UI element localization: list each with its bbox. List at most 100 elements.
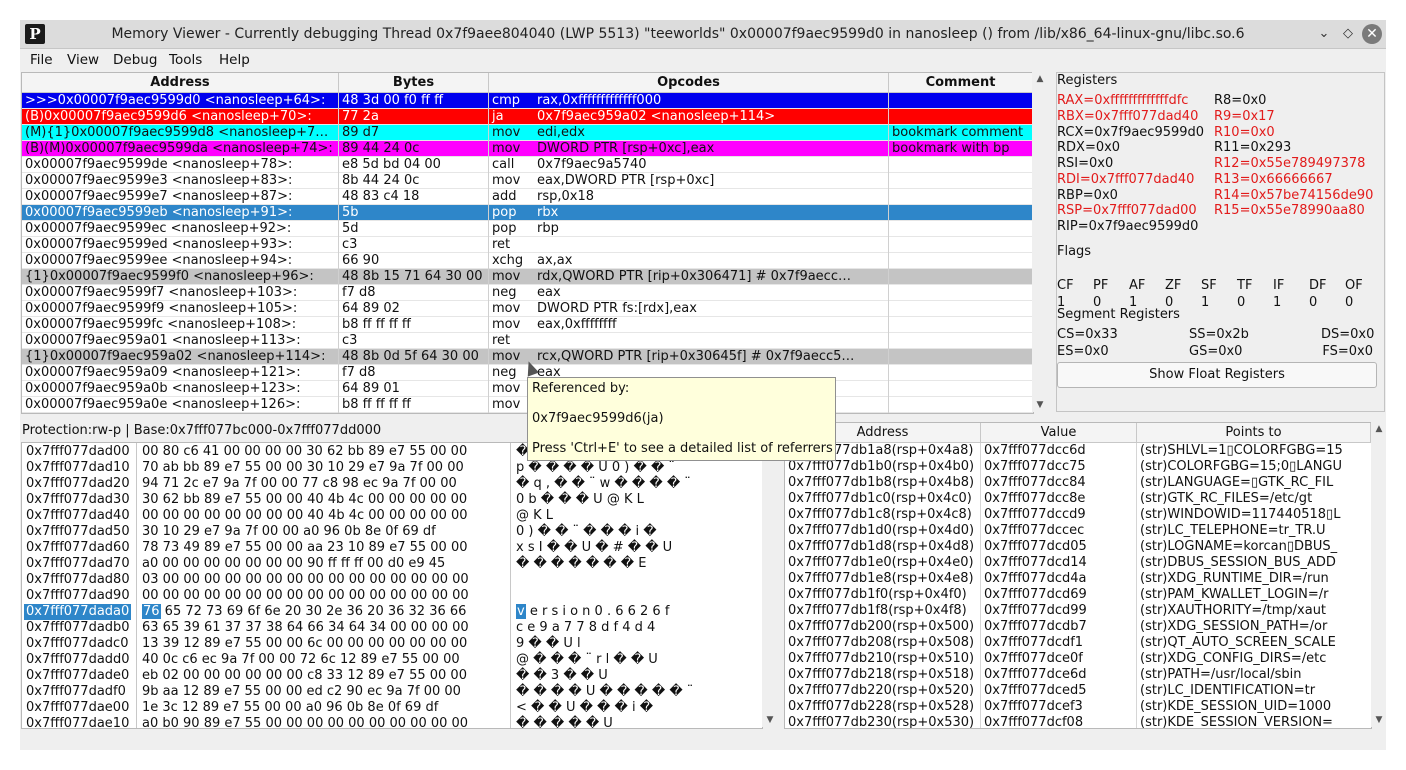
hex-bytes[interactable]: 78 73 49 89 e7 55 00 00 aa 23 10 89 e7 5…: [142, 540, 468, 556]
disassembly-scrollbar[interactable]: ▲ ▼: [1032, 72, 1048, 412]
disasm-row[interactable]: (B)0x00007f9aec9599d6 <nanosleep+70>: 77 …: [22, 109, 1033, 125]
hex-bytes[interactable]: 40 0c c6 ec 9a 7f 00 00 72 6c 12 89 e7 5…: [142, 652, 460, 668]
disasm-row[interactable]: 0x00007f9aec9599ed <nanosleep+93>: c3 ret: [22, 237, 1033, 253]
header-opcodes[interactable]: Opcodes: [489, 73, 889, 92]
close-icon[interactable]: ✕: [1362, 24, 1382, 44]
register-value[interactable]: R8=0x0: [1214, 93, 1266, 109]
segment-register[interactable]: CS=0x33: [1057, 327, 1118, 343]
stack-row[interactable]: 0x7fff077db1d0(rsp+0x4d0) 0x7fff077dccec(…: [785, 523, 1371, 539]
disasm-row[interactable]: (B)(M)0x00007f9aec9599da <nanosleep+74>:…: [22, 141, 1033, 157]
stack-row[interactable]: 0x7fff077db1b8(rsp+0x4b8) 0x7fff077dcc84(…: [785, 475, 1371, 491]
register-value[interactable]: RDX=0x0: [1057, 140, 1120, 156]
scroll-down-icon[interactable]: ▼: [1032, 398, 1048, 412]
hex-ascii-column[interactable]: � � A 0 b � � � U p � � � � U 0 ) � � ¨ …: [512, 443, 762, 728]
stack-row[interactable]: 0x7fff077db1f8(rsp+0x4f8) 0x7fff077dcd99(…: [785, 603, 1371, 619]
scroll-up-icon[interactable]: ▲: [1371, 422, 1386, 436]
flag-value[interactable]: 0: [1345, 295, 1353, 311]
segment-register[interactable]: GS=0x0: [1189, 344, 1242, 360]
hex-selected-byte[interactable]: 76: [142, 604, 161, 619]
hex-bytes[interactable]: 03 00 00 00 00 00 00 00 00 00 00 00 00 0…: [142, 572, 469, 588]
register-value[interactable]: R9=0x17: [1214, 109, 1275, 125]
stack-row[interactable]: 0x7fff077db1b0(rsp+0x4b0) 0x7fff077dcc75(…: [785, 459, 1371, 475]
disasm-row[interactable]: 0x00007f9aec9599ee <nanosleep+94>: 66 90 x…: [22, 253, 1033, 269]
hex-bytes[interactable]: a0 00 00 00 00 00 00 00 90 ff ff ff 00 d…: [142, 556, 445, 572]
hex-bytes[interactable]: 00 80 c6 41 00 00 00 00 30 62 bb 89 e7 5…: [142, 444, 467, 460]
flag-value[interactable]: 1: [1201, 295, 1209, 311]
stack-row[interactable]: 0x7fff077db1e8(rsp+0x4e8) 0x7fff077dcd4a(…: [785, 571, 1371, 587]
register-value[interactable]: RIP=0x7f9aec9599d0: [1057, 219, 1198, 235]
show-float-registers-button[interactable]: Show Float Registers: [1057, 362, 1377, 388]
hex-bytes[interactable]: 63 65 39 61 37 37 38 64 66 34 64 34 00 0…: [142, 620, 469, 636]
hex-bytes[interactable]: 30 10 29 e7 9a 7f 00 00 a0 96 0b 8e 0f 6…: [142, 524, 436, 540]
hex-bytes[interactable]: 00 00 00 00 00 00 00 00 00 00 00 00 00 0…: [142, 588, 469, 604]
disasm-row[interactable]: 0x00007f9aec9599fc <nanosleep+108>: b8 ff…: [22, 317, 1033, 333]
flag-value[interactable]: 0: [1309, 295, 1317, 311]
hex-bytes[interactable]: 76 65 72 73 69 6f 6e 20 30 2e 36 20 36 3…: [142, 604, 466, 620]
register-value[interactable]: R14=0x57be74156de90: [1214, 188, 1373, 204]
hex-view[interactable]: 0x7fff077dad00 0x7fff077dad10 0x7fff077dad…: [21, 442, 763, 729]
register-value[interactable]: RSP=0x7fff077dad00: [1057, 203, 1197, 219]
menu-debug[interactable]: Debug: [113, 51, 157, 69]
stack-row[interactable]: 0x7fff077db208(rsp+0x508) 0x7fff077dcdf1(…: [785, 635, 1371, 651]
hex-bytes[interactable]: 00 00 00 00 00 00 00 00 40 4b 4c 00 00 0…: [142, 508, 468, 524]
title-bar[interactable]: P Memory Viewer - Currently debugging Th…: [20, 20, 1386, 49]
scroll-down-icon[interactable]: ▼: [1371, 713, 1386, 727]
disasm-row[interactable]: 0x00007f9aec9599f9 <nanosleep+105>: 64 89…: [22, 301, 1033, 317]
flag-value[interactable]: 0: [1093, 295, 1101, 311]
register-value[interactable]: R15=0x55e78990aa80: [1214, 203, 1365, 219]
stack-header-value[interactable]: Value: [981, 423, 1137, 442]
chevron-down-icon[interactable]: ⌄: [1314, 24, 1334, 44]
disasm-row[interactable]: >>>0x00007f9aec9599d0 <nanosleep+64>: 48 …: [22, 93, 1033, 109]
flag-value[interactable]: 0: [1165, 295, 1173, 311]
disasm-row[interactable]: 0x00007f9aec9599e3 <nanosleep+83>: 8b 44 …: [22, 173, 1033, 189]
hex-bytes[interactable]: eb 02 00 00 00 00 00 00 c8 33 12 89 e7 5…: [142, 668, 467, 684]
stack-row[interactable]: 0x7fff077db1a8(rsp+0x4a8) 0x7fff077dcc6d(…: [785, 443, 1371, 459]
hex-ascii[interactable]: � � � � � U: [516, 716, 613, 728]
register-value[interactable]: RAX=0xfffffffffffffdfc: [1057, 93, 1188, 109]
stack-row[interactable]: 0x7fff077db218(rsp+0x518) 0x7fff077dce6d(…: [785, 667, 1371, 683]
hex-ascii[interactable]: p � � � � U 0 ) � � ¨: [516, 460, 675, 476]
menu-file[interactable]: File: [30, 51, 53, 69]
register-value[interactable]: RDI=0x7fff077dad40: [1057, 172, 1194, 188]
stack-row[interactable]: 0x7fff077db1d8(rsp+0x4d8) 0x7fff077dcd05(…: [785, 539, 1371, 555]
hex-ascii[interactable]: @ � � � ¨ r l � � U: [516, 652, 658, 668]
hex-bytes[interactable]: 94 71 2c e7 9a 7f 00 00 77 c8 98 ec 9a 7…: [142, 476, 457, 492]
hex-ascii[interactable]: < � � U � � � i �: [516, 700, 653, 716]
hex-bytes[interactable]: 1e 3c 12 89 e7 55 00 00 a0 96 0b 8e 0f 6…: [142, 700, 438, 716]
hex-ascii[interactable]: � � 3 � � U: [516, 668, 608, 684]
flag-value[interactable]: 1: [1129, 295, 1137, 311]
register-value[interactable]: R12=0x55e789497378: [1214, 156, 1365, 172]
stack-row[interactable]: 0x7fff077db1e0(rsp+0x4e0) 0x7fff077dcd14(…: [785, 555, 1371, 571]
flag-value[interactable]: 0: [1237, 295, 1245, 311]
hex-ascii[interactable]: @ K L: [516, 508, 553, 524]
stack-row[interactable]: 0x7fff077db230(rsp+0x530) 0x7fff077dcf08(…: [785, 715, 1371, 728]
hex-ascii[interactable]: 0 b � � � U @ K L: [516, 492, 644, 508]
segment-register[interactable]: SS=0x2b: [1189, 327, 1249, 343]
register-value[interactable]: RSI=0x0: [1057, 156, 1113, 172]
hex-ascii[interactable]: x s I � � U � # � � U: [516, 540, 672, 556]
hex-bytes-column[interactable]: 00 80 c6 41 00 00 00 00 30 62 bb 89 e7 5…: [138, 443, 511, 728]
hex-bytes[interactable]: 30 62 bb 89 e7 55 00 00 40 4b 4c 00 00 0…: [142, 492, 467, 508]
register-value[interactable]: RBP=0x0: [1057, 188, 1118, 204]
hex-scrollbar[interactable]: ▼: [762, 442, 778, 727]
diamond-icon[interactable]: ◇: [1338, 24, 1358, 44]
stack-row[interactable]: 0x7fff077db1f0(rsp+0x4f0) 0x7fff077dcd69(…: [785, 587, 1371, 603]
stack-table[interactable]: Address Value Points to 0x7fff077db1a8(r…: [784, 422, 1372, 729]
scroll-down-icon[interactable]: ▼: [762, 713, 778, 727]
register-value[interactable]: RBX=0x7fff077dad40: [1057, 109, 1198, 125]
disasm-row[interactable]: {1}0x00007f9aec9599f0 <nanosleep+96>: 48 …: [22, 269, 1033, 285]
disasm-row[interactable]: 0x00007f9aec9599de <nanosleep+78>: e8 5d …: [22, 157, 1033, 173]
disasm-row[interactable]: 0x00007f9aec9599e7 <nanosleep+87>: 48 83 …: [22, 189, 1033, 205]
stack-row[interactable]: 0x7fff077db210(rsp+0x510) 0x7fff077dce0f(…: [785, 651, 1371, 667]
hex-ascii[interactable]: � � � � U � � � � � ¨: [516, 684, 693, 700]
segment-register[interactable]: DS=0x0: [1321, 327, 1374, 343]
stack-row[interactable]: 0x7fff077db220(rsp+0x520) 0x7fff077dced5(…: [785, 683, 1371, 699]
hex-bytes[interactable]: a0 b0 90 89 e7 55 00 00 00 00 00 00 00 0…: [142, 716, 468, 728]
segment-register[interactable]: FS=0x0: [1321, 344, 1373, 360]
hex-bytes[interactable]: 70 ab bb 89 e7 55 00 00 30 10 29 e7 9a 7…: [142, 460, 464, 476]
disasm-row[interactable]: (M){1}0x00007f9aec9599d8 <nanosleep+7… 89…: [22, 125, 1033, 141]
stack-row[interactable]: 0x7fff077db228(rsp+0x528) 0x7fff077dcef3(…: [785, 699, 1371, 715]
flag-value[interactable]: 1: [1057, 295, 1065, 311]
register-value[interactable]: R13=0x66666667: [1214, 172, 1333, 188]
stack-row[interactable]: 0x7fff077db1c8(rsp+0x4c8) 0x7fff077dccd9(…: [785, 507, 1371, 523]
